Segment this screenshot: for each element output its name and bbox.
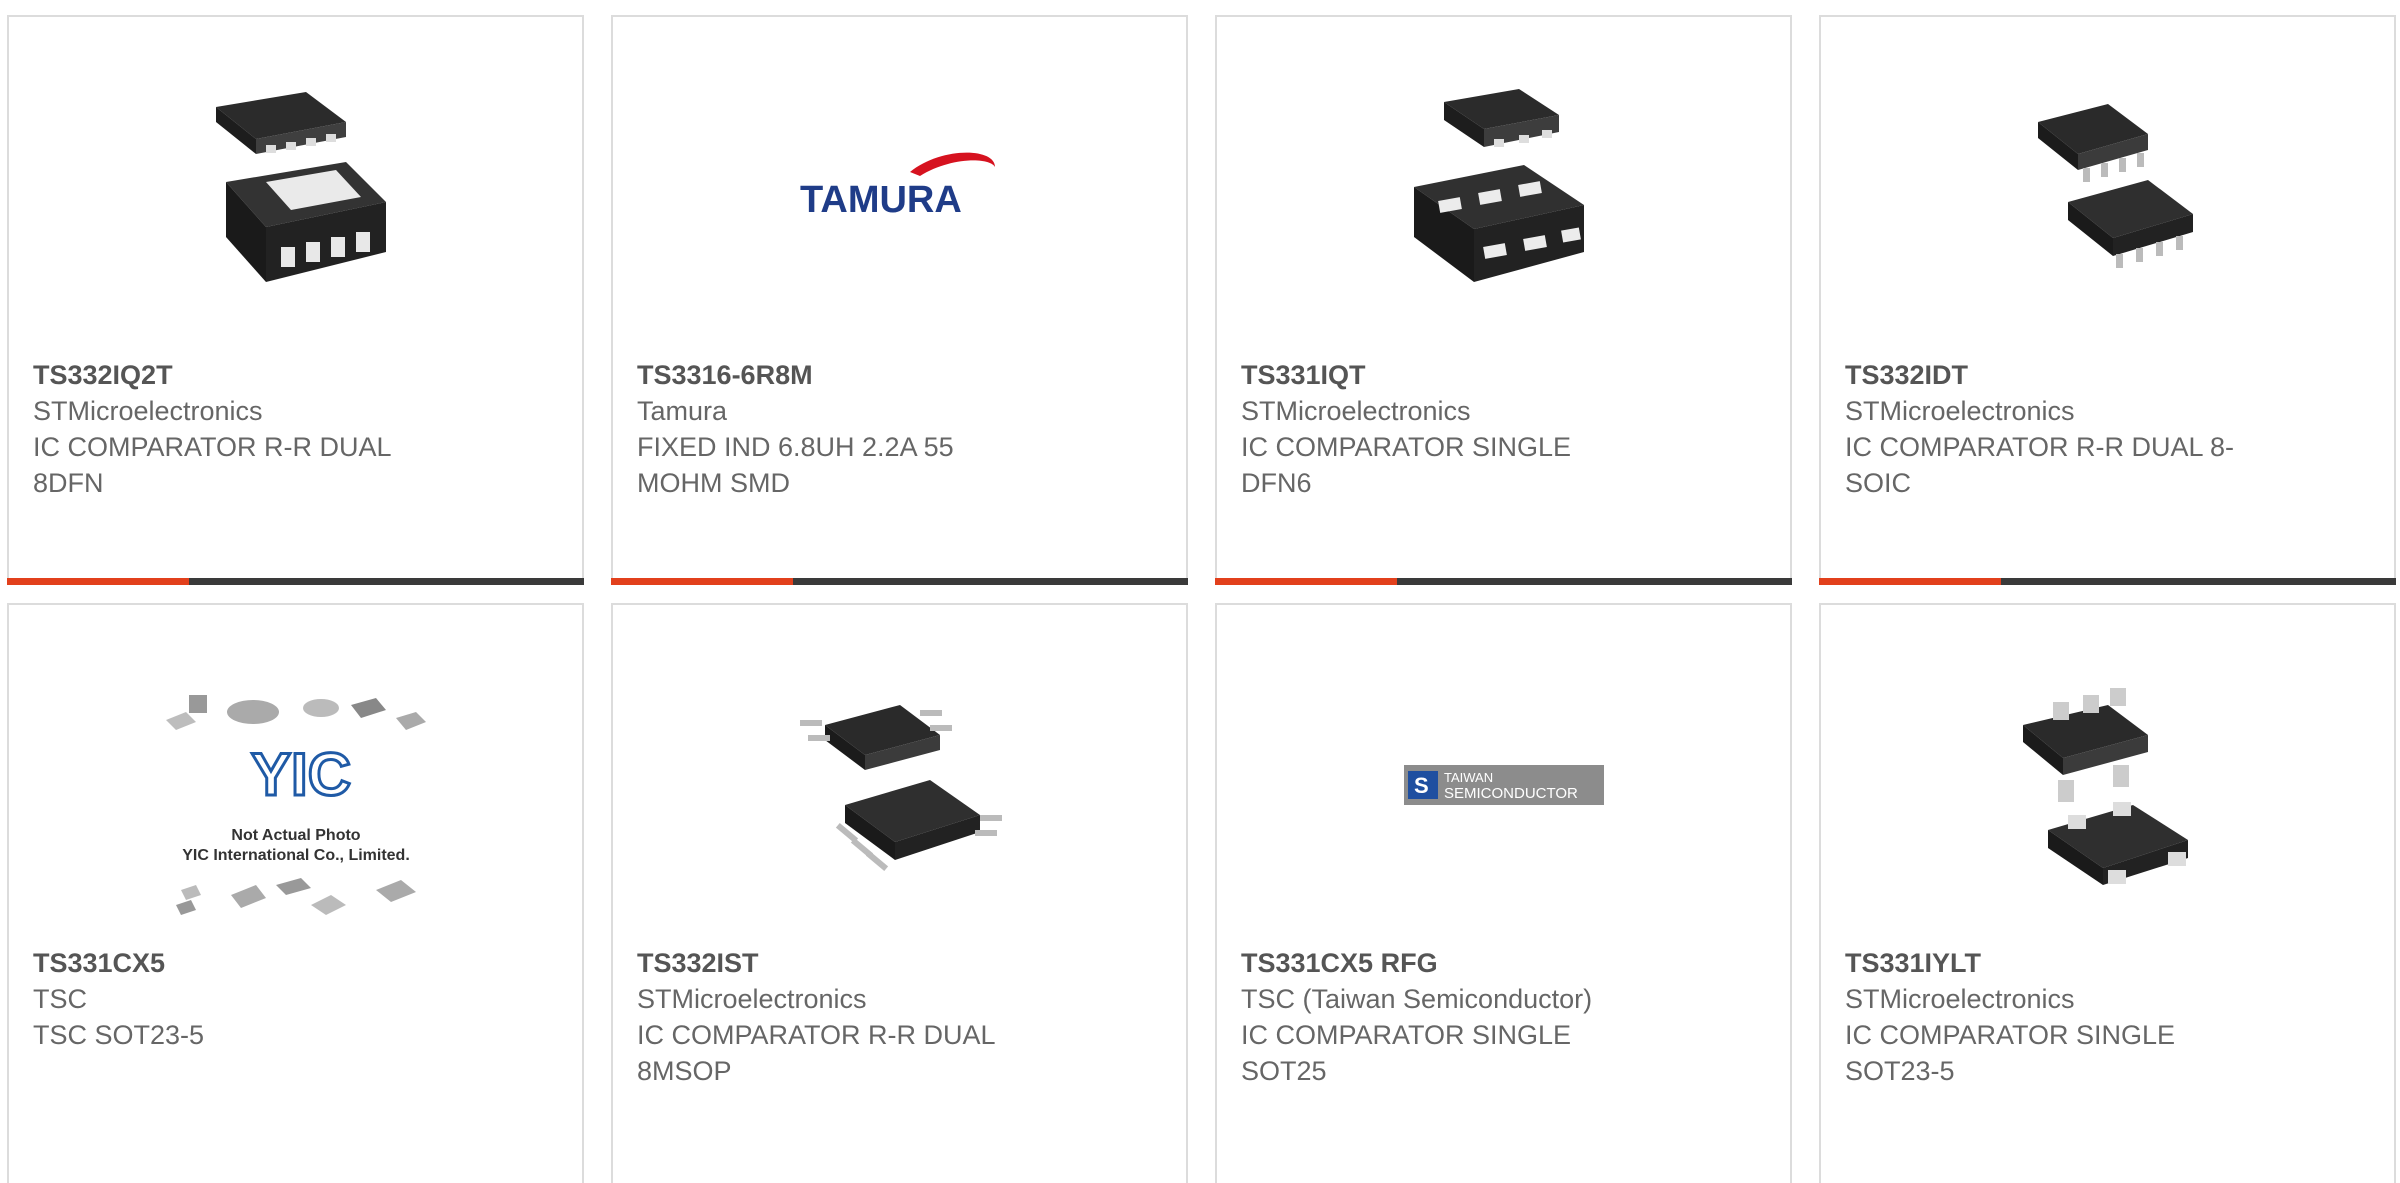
card-bottom-bar — [1819, 578, 2396, 585]
manufacturer: STMicroelectronics — [1241, 396, 1471, 426]
product-card[interactable]: TS332IST STMicroelectronics IC COMPARATO… — [611, 603, 1188, 1183]
manufacturer: STMicroelectronics — [637, 984, 867, 1014]
card-bottom-bar — [1215, 578, 1792, 585]
part-number[interactable]: TS331IQT — [1241, 357, 1661, 393]
manufacturer: STMicroelectronics — [1845, 984, 2075, 1014]
manufacturer: Tamura — [637, 396, 728, 426]
product-grid: TS332IQ2T STMicroelectronics IC COMPARAT… — [0, 0, 2400, 1183]
description-line-1: IC COMPARATOR SINGLE — [1845, 1020, 2176, 1050]
manufacturer: TSC — [33, 984, 87, 1014]
placeholder-caption-1: Not Actual Photo — [231, 827, 360, 844]
card-accent — [1215, 578, 1397, 585]
description-line-1: IC COMPARATOR SINGLE — [1241, 1020, 1572, 1050]
card-accent — [7, 578, 189, 585]
yic-logo-text: YIC — [251, 741, 351, 808]
description-line-2: SOIC — [1845, 468, 1912, 498]
product-card[interactable]: TS331IYLT STMicroelectronics IC COMPARAT… — [1819, 603, 2396, 1183]
tamura-logo-text: TAMURA — [800, 179, 962, 221]
part-number[interactable]: TS332IQ2T — [33, 357, 453, 393]
product-card[interactable]: S TAIWAN SEMICONDUCTOR TS331CX5 RFG TSC … — [1215, 603, 1792, 1183]
part-number[interactable]: TS331CX5 — [33, 945, 453, 981]
product-card[interactable]: TS332IQ2T STMicroelectronics IC COMPARAT… — [7, 15, 584, 585]
description-line-2: SOT23-5 — [1845, 1056, 1955, 1086]
description-line-2: MOHM SMD — [637, 468, 790, 498]
placeholder-caption-2: YIC International Co., Limited. — [182, 847, 410, 864]
soic8-package-icon[interactable] — [1821, 77, 2394, 297]
product-card[interactable]: TS331IQT STMicroelectronics IC COMPARATO… — [1215, 15, 1792, 585]
manufacturer: TSC (Taiwan Semiconductor) — [1241, 984, 1593, 1014]
product-card[interactable]: TAMURA TS3316-6R8M Tamura FIXED IND 6.8U… — [611, 15, 1188, 585]
description-line-1: IC COMPARATOR R-R DUAL 8- — [1845, 432, 2235, 462]
description-line-1: FIXED IND 6.8UH 2.2A 55 — [637, 432, 954, 462]
part-number[interactable]: TS3316-6R8M — [637, 357, 1057, 393]
product-card[interactable]: TS332IDT STMicroelectronics IC COMPARATO… — [1819, 15, 2396, 585]
logo-text-line-2: SEMICONDUCTOR — [1444, 785, 1578, 802]
product-card[interactable]: YIC Not Actual Photo YIC International C… — [7, 603, 584, 1183]
card-bottom-bar — [611, 578, 1188, 585]
dfn8-package-icon[interactable] — [9, 77, 582, 297]
card-accent — [1819, 578, 2001, 585]
description-line-1: IC COMPARATOR R-R DUAL — [637, 1020, 996, 1050]
sot23-5-package-icon[interactable] — [1821, 665, 2394, 905]
tamura-logo[interactable]: TAMURA — [613, 77, 1186, 297]
description-line-1: TSC SOT23-5 — [33, 1020, 205, 1050]
card-accent — [611, 578, 793, 585]
description-line-2: DFN6 — [1241, 468, 1312, 498]
part-number[interactable]: TS331CX5 RFG — [1241, 945, 1661, 981]
description-line-2: 8DFN — [33, 468, 104, 498]
description-line-1: IC COMPARATOR SINGLE — [1241, 432, 1572, 462]
taiwan-semiconductor-logo[interactable]: S TAIWAN SEMICONDUCTOR — [1217, 665, 1790, 905]
manufacturer: STMicroelectronics — [1845, 396, 2075, 426]
part-number[interactable]: TS331IYLT — [1845, 945, 2265, 981]
not-actual-photo-placeholder[interactable]: YIC Not Actual Photo YIC International C… — [9, 690, 582, 930]
description-line-2: 8MSOP — [637, 1056, 732, 1086]
part-number[interactable]: TS332IST — [637, 945, 1057, 981]
dfn6-package-icon[interactable] — [1217, 77, 1790, 297]
msop8-package-icon[interactable] — [613, 665, 1186, 905]
description-line-1: IC COMPARATOR R-R DUAL — [33, 432, 392, 462]
description-line-2: SOT25 — [1241, 1056, 1327, 1086]
manufacturer: STMicroelectronics — [33, 396, 263, 426]
card-bottom-bar — [7, 578, 584, 585]
part-number[interactable]: TS332IDT — [1845, 357, 2265, 393]
logo-text-line-1: TAIWAN — [1444, 770, 1493, 785]
svg-text:S: S — [1414, 773, 1429, 798]
